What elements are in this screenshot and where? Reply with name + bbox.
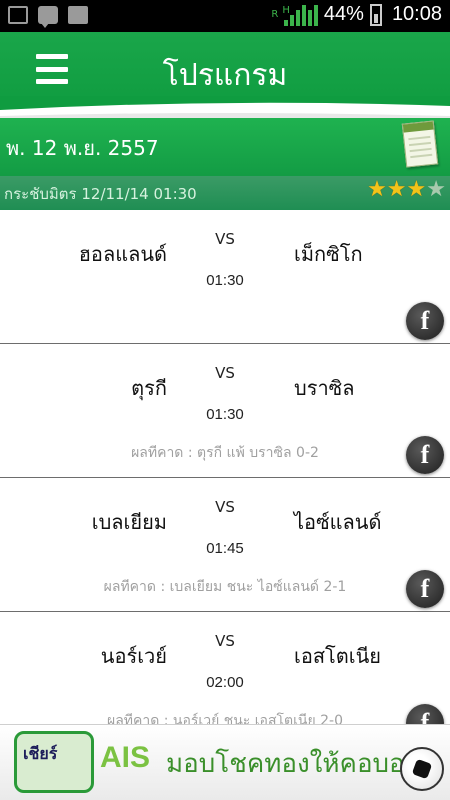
match-time: 01:30 xyxy=(206,272,244,289)
match-list: ฮอลแลนด์ VS เม็กซิโก 01:30 f ตุรกี VS บร… xyxy=(0,210,450,746)
clock: 10:08 xyxy=(391,3,442,25)
page-title: โปรแกรม xyxy=(162,58,288,93)
date-bar: พ. 12 พ.ย. 2557 xyxy=(0,118,450,176)
battery-icon xyxy=(369,3,382,26)
image-icon xyxy=(8,6,28,24)
mail-icon xyxy=(68,6,88,24)
star-empty-icon: ★ xyxy=(426,177,446,202)
away-team: เอสโตเนีย xyxy=(294,644,382,668)
star-icon: ★ xyxy=(386,177,407,202)
vs-label: VS xyxy=(215,498,235,516)
battery-percent: 44% xyxy=(323,3,364,25)
system-icons: R H 44% 10:08 xyxy=(271,3,442,26)
match-row[interactable]: ฮอลแลนด์ VS เม็กซิโก 01:30 f xyxy=(0,210,450,344)
signal-icon-2 xyxy=(295,4,318,26)
network-roaming-label: R xyxy=(271,8,279,20)
network-type-label: H xyxy=(282,4,290,16)
app-screen: R H 44% 10:08 โปรแกรม พ. 12 พ.ย. 2557 กร… xyxy=(0,0,450,800)
chat-icon xyxy=(38,6,58,28)
match-row[interactable]: เบลเยียม VS ไอซ์แลนด์ 01:45 ผลทีคาด : เบ… xyxy=(0,478,450,612)
away-team: เม็กซิโก xyxy=(294,242,363,266)
match-row[interactable]: ตุรกี VS บราซิล 01:30 ผลทีคาด : ตุรกี แพ… xyxy=(0,344,450,478)
match-time: 01:30 xyxy=(206,406,244,423)
notification-icons xyxy=(8,6,88,28)
star-icon: ★ xyxy=(406,177,427,202)
facebook-share-icon[interactable]: f xyxy=(406,570,444,608)
ad-banner[interactable]: เชียร์ AIS มอบโชคทองให้คอบอล xyxy=(0,724,450,800)
star-icon: ★ xyxy=(367,177,387,202)
ad-logo-text: เชียร์ xyxy=(23,744,58,763)
away-team: ไอซ์แลนด์ xyxy=(294,510,382,534)
vs-label: VS xyxy=(215,230,235,248)
program-label: กระชับมิตร 12/11/14 01:30 xyxy=(4,185,197,203)
vs-label: VS xyxy=(215,632,235,650)
rating-stars: ★ ★ ★ ★ xyxy=(367,179,446,201)
prediction: ผลทีคาด : เบลเยียม ชนะ ไอซ์แลนด์ 2-1 xyxy=(103,579,347,595)
facebook-share-icon[interactable]: f xyxy=(406,302,444,340)
match-time: 02:00 xyxy=(206,674,244,691)
ad-text: มอบโชคทองให้คอบอล xyxy=(166,749,421,779)
status-bar: R H 44% 10:08 xyxy=(0,0,450,32)
calendar-icon[interactable] xyxy=(401,120,439,168)
ad-brand: AIS xyxy=(100,741,151,774)
soccer-ball-icon xyxy=(400,747,444,791)
match-time: 01:45 xyxy=(206,540,244,557)
away-team: บราซิล xyxy=(294,376,355,400)
facebook-share-icon[interactable]: f xyxy=(406,436,444,474)
ad-logo: เชียร์ xyxy=(14,731,94,793)
prediction: ผลทีคาด : ตุรกี แพ้ บราซิล 0-2 xyxy=(131,445,319,461)
program-header: กระชับมิตร 12/11/14 01:30 ★ ★ ★ ★ xyxy=(0,176,450,210)
date-label: พ. 12 พ.ย. 2557 xyxy=(6,136,159,160)
vs-label: VS xyxy=(215,364,235,382)
